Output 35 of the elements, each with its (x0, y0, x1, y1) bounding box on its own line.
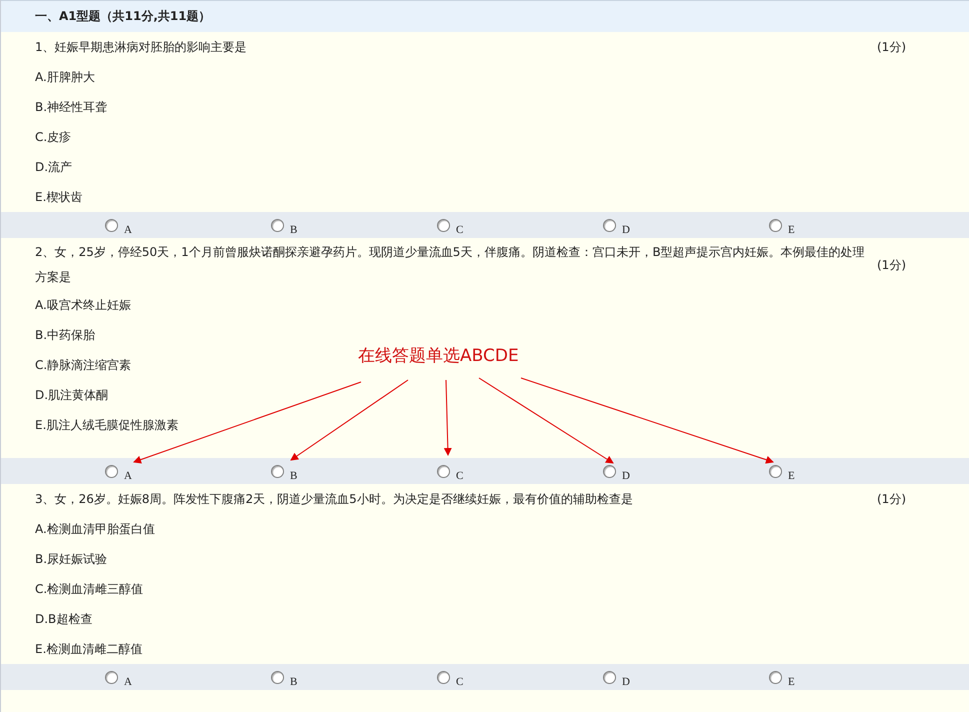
score-label: (1分) (877, 38, 906, 56)
option-text: C.静脉滴注缩宫素 (35, 356, 132, 374)
option-text: C.检测血清雌三醇值 (35, 580, 144, 598)
score-label: (1分) (877, 256, 906, 274)
option-text: B.尿妊娠试验 (35, 550, 108, 568)
radio-option[interactable]: D (603, 464, 630, 478)
option-text: A.肝脾肿大 (35, 68, 95, 86)
radio-option[interactable]: B (271, 218, 298, 232)
question-text: 1、妊娠早期患淋病对胚胎的影响主要是 (35, 38, 248, 56)
radio-option[interactable]: C (437, 670, 464, 684)
option-text: C.皮疹 (35, 128, 72, 146)
radio-option[interactable]: A (105, 218, 132, 232)
radio-option[interactable]: A (105, 464, 132, 478)
option-text: D.B超检查 (35, 610, 92, 628)
option-text: E.楔状齿 (35, 188, 82, 206)
radio-option[interactable]: C (437, 218, 464, 232)
option-text: B.中药保胎 (35, 326, 96, 344)
radio-option[interactable]: A (105, 670, 132, 684)
radio-option[interactable]: D (603, 670, 630, 684)
radio-option[interactable]: B (271, 670, 298, 684)
question-text: 2、女，25岁，停经50天，1个月前曾服炔诺酮探亲避孕药片。现阴道少量流血5天，伴腹痛。阴道检查：宫口未开，B型超声提示宫内妊娠。本例最佳的处理方案是 (35, 244, 865, 286)
option-text: A.检测血清甲胎蛋白值 (35, 520, 155, 538)
option-text: D.肌注黄体酮 (35, 386, 108, 404)
option-text: B.神经性耳聋 (35, 98, 108, 116)
annotation-text: 在线答题单选ABCDE (358, 345, 519, 367)
radio-option[interactable]: D (603, 218, 630, 232)
radio-option[interactable]: B (271, 464, 298, 478)
score-label: (1分) (877, 490, 906, 508)
question-text: 3、女，26岁。妊娠8周。阵发性下腹痛2天，阴道少量流血5小时。为决定是否继续妊娠，最有价值的辅助检查是 (35, 490, 634, 508)
option-text: E.肌注人绒毛膜促性腺激素 (35, 416, 178, 434)
radio-option[interactable]: C (437, 464, 464, 478)
option-text: A.吸宫术终止妊娠 (35, 296, 131, 314)
option-text: E.检测血清雌二醇值 (35, 640, 142, 658)
section-title: 一、A1型题（共11分,共11题） (35, 8, 211, 25)
option-text: D.流产 (35, 158, 72, 176)
